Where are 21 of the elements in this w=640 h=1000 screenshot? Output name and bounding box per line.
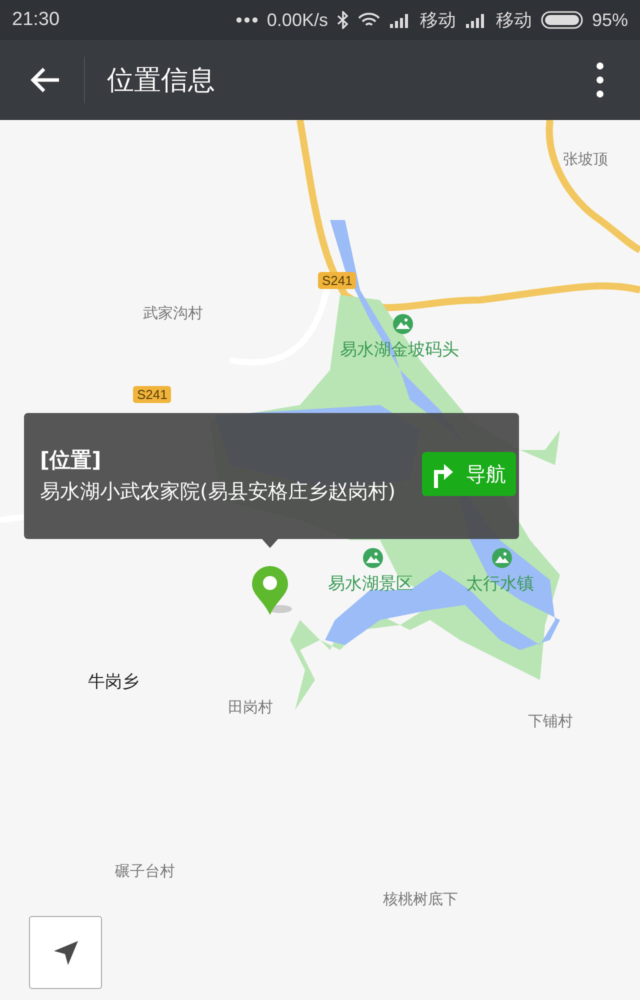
status-time: 21:30 [12, 9, 60, 31]
place-label: 碾子台村 [115, 862, 175, 881]
carrier-name: 移动 [420, 9, 456, 32]
network-speed: 0.00K/s [266, 10, 328, 30]
popup-title: [位置] [40, 447, 102, 474]
place-label: 下铺村 [528, 712, 573, 731]
place-label: 武家沟村 [143, 304, 203, 323]
navigate-button[interactable]: 导航 [422, 452, 516, 496]
battery-percent: 95% [592, 10, 628, 30]
carrier-name: 移动 [496, 9, 532, 32]
poi-label: 易水湖景区 [328, 573, 413, 595]
road-number: S241 [318, 272, 356, 289]
poi-label: 太行水镇 [466, 573, 534, 595]
place-label: 田岗村 [228, 698, 273, 717]
poi-label: 易水湖金坡码头 [340, 339, 459, 361]
road-number: S241 [133, 386, 172, 403]
popup-address: 易水湖小武农家院(易县安格庄乡赵岗村) [40, 478, 397, 505]
place-label: 张坡顶 [563, 150, 608, 169]
town-label: 牛岗乡 [88, 671, 139, 693]
place-label: 核桃树底下 [383, 890, 458, 909]
page-title: 位置信息 [107, 64, 216, 98]
